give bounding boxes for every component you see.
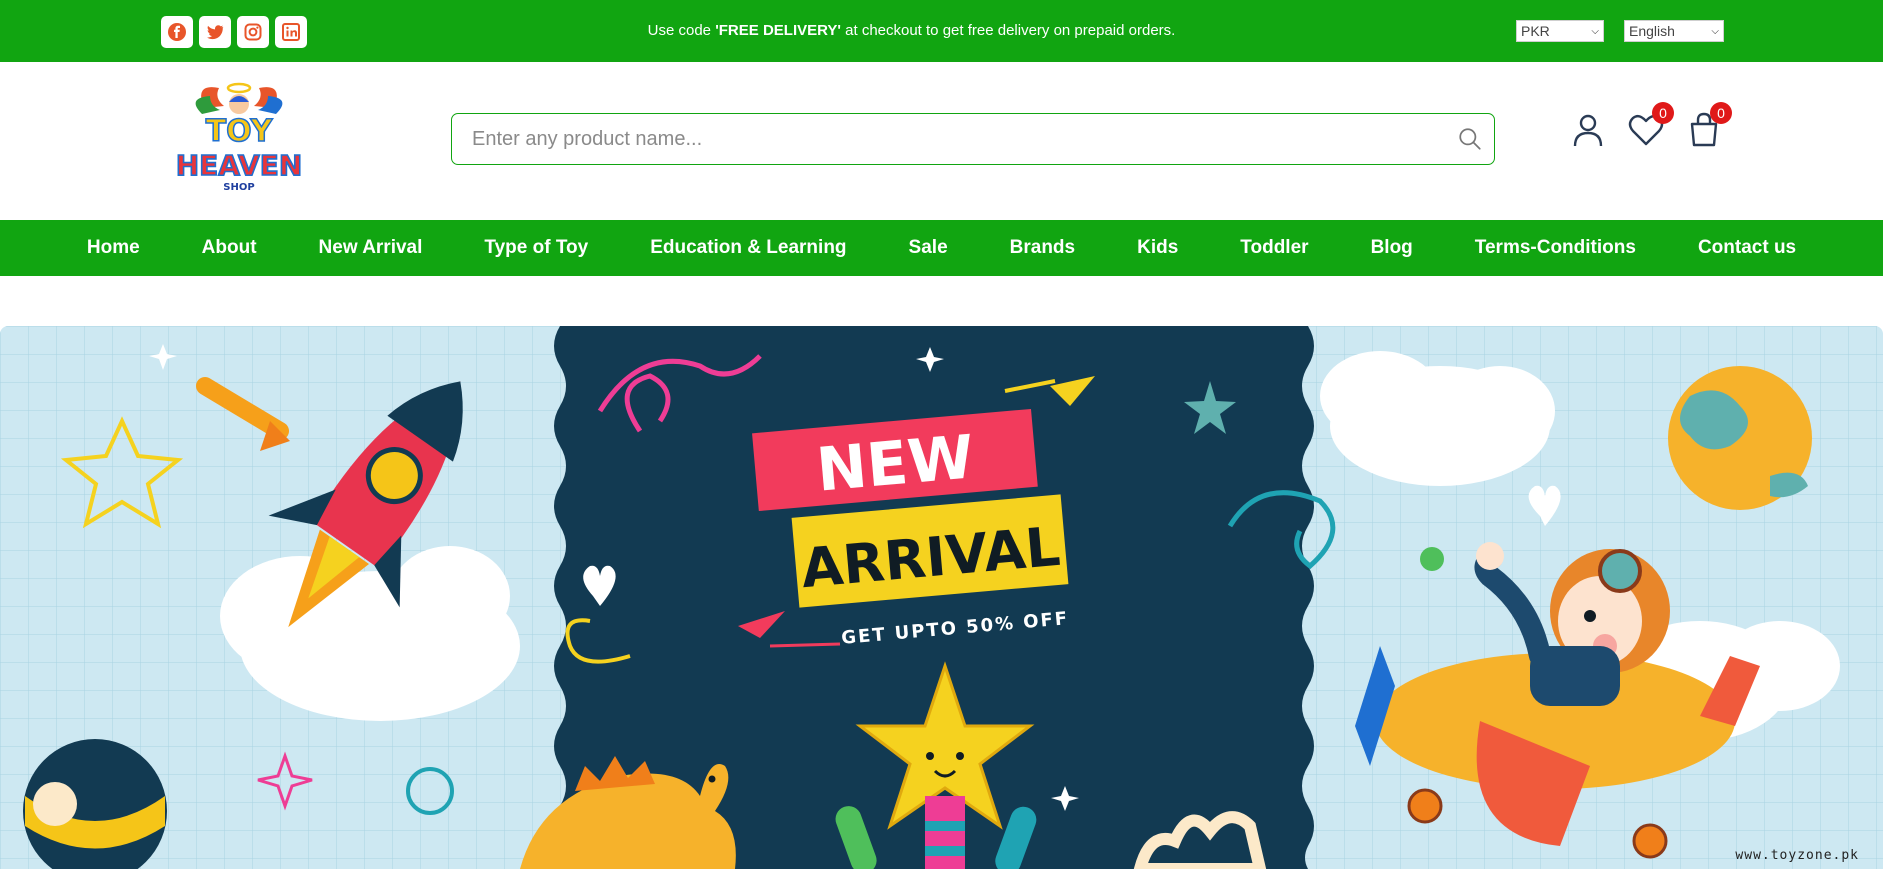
promo-prefix: Use code: [647, 22, 716, 39]
search-icon: [1459, 128, 1481, 150]
account-button[interactable]: [1570, 110, 1606, 150]
wishlist-count-badge: 0: [1652, 102, 1674, 124]
currency-select[interactable]: PKR ⌵: [1516, 20, 1604, 42]
nav-item-brands[interactable]: Brands: [979, 220, 1106, 276]
logo-text-heaven: HEAVEN: [176, 149, 303, 182]
wishlist-button[interactable]: 0: [1628, 102, 1674, 150]
logo-text-shop: SHOP: [223, 182, 254, 193]
chevron-down-icon: ⌵: [1591, 25, 1599, 37]
header-actions: 0 0: [1570, 102, 1732, 150]
logo-text-toy: TOY: [206, 114, 274, 149]
nav-item-blog[interactable]: Blog: [1340, 220, 1444, 276]
nav-item-home[interactable]: Home: [56, 220, 171, 276]
search-input[interactable]: [452, 114, 1446, 164]
hero-illustration: NEW ARRIVAL GET UPTO 50% OFF: [0, 326, 1883, 869]
cart-button[interactable]: 0: [1686, 102, 1732, 150]
promo-suffix: at checkout to get free delivery on prep…: [840, 22, 1176, 39]
banner-watermark: www.toyzone.pk: [1735, 848, 1859, 863]
nav-item-terms-conditions[interactable]: Terms-Conditions: [1444, 220, 1667, 276]
promo-topbar: Use code 'FREE DELIVERY' at checkout to …: [0, 0, 1883, 62]
nav-item-new-arrival[interactable]: New Arrival: [288, 220, 454, 276]
logo-graphic: TOY HEAVEN SHOP: [175, 82, 303, 193]
search-button[interactable]: [1446, 126, 1494, 152]
nav-item-toddler[interactable]: Toddler: [1209, 220, 1339, 276]
chevron-down-icon: ⌵: [1711, 25, 1719, 37]
language-select[interactable]: English ⌵: [1624, 20, 1724, 42]
nav-item-sale[interactable]: Sale: [878, 220, 979, 276]
nav-item-contact-us[interactable]: Contact us: [1667, 220, 1827, 276]
hero-banner[interactable]: NEW ARRIVAL GET UPTO 50% OFF www.toyzone…: [0, 326, 1883, 869]
language-value: English: [1629, 23, 1675, 39]
promo-code: 'FREE DELIVERY': [715, 22, 841, 39]
user-icon: [1573, 114, 1603, 147]
nav-item-type-of-toy[interactable]: Type of Toy: [453, 220, 619, 276]
banner-headline-new: NEW: [814, 422, 977, 505]
toy-heaven-logo[interactable]: TOY HEAVEN SHOP: [174, 78, 304, 198]
currency-value: PKR: [1521, 23, 1550, 39]
product-search: [451, 113, 1495, 165]
nav-item-about[interactable]: About: [171, 220, 288, 276]
locale-selectors: PKR ⌵ English ⌵: [1516, 20, 1724, 42]
site-header: TOY HEAVEN SHOP 0 0: [0, 62, 1883, 220]
nav-item-education-learning[interactable]: Education & Learning: [619, 220, 877, 276]
cart-count-badge: 0: [1710, 102, 1732, 124]
main-nav: Home About New Arrival Type of Toy Educa…: [0, 220, 1883, 276]
nav-item-kids[interactable]: Kids: [1106, 220, 1209, 276]
